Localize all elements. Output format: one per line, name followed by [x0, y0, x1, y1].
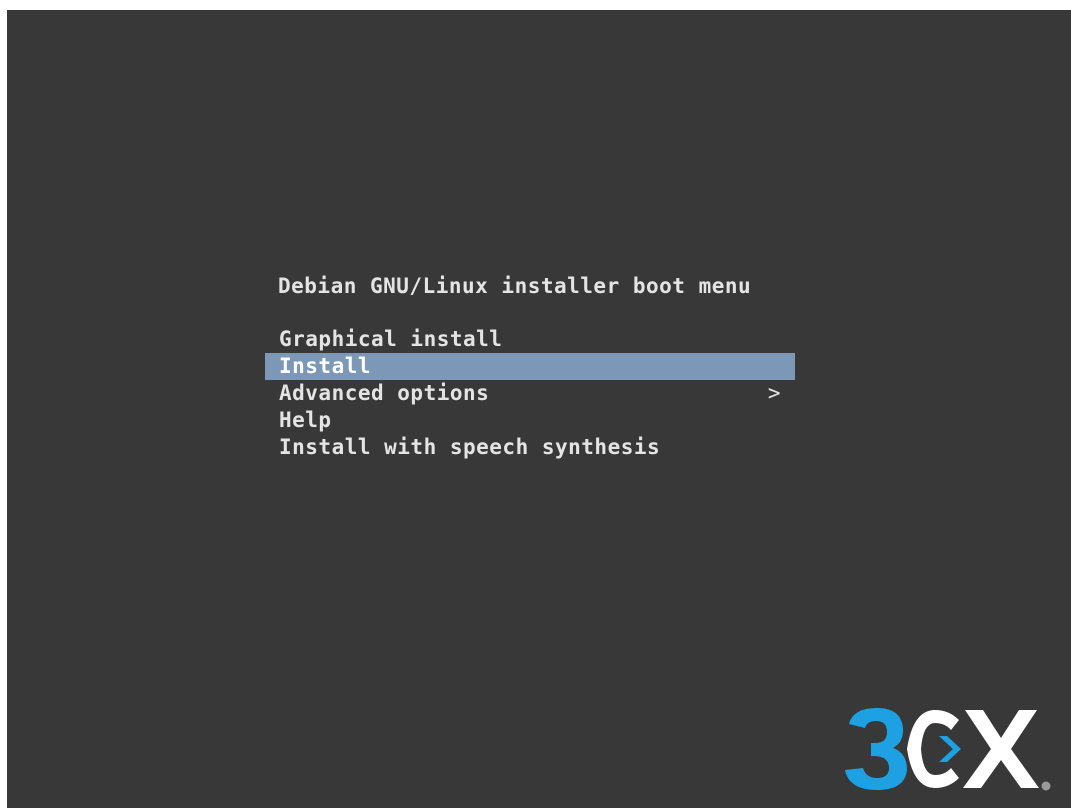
menu-item-label: Install	[279, 354, 372, 378]
logo-c	[907, 710, 959, 788]
menu-item-label: Help	[279, 408, 332, 432]
window-frame: Debian GNU/Linux installer boot menu Gra…	[0, 0, 1071, 808]
menu-item-help[interactable]: Help	[265, 407, 795, 434]
menu-item-label: Advanced options	[279, 381, 490, 405]
logo-three	[845, 708, 907, 790]
boot-menu-list: Graphical install Install Advanced optio…	[265, 326, 795, 461]
menu-item-advanced-options[interactable]: Advanced options >	[265, 380, 795, 407]
menu-item-speech-install[interactable]: Install with speech synthesis	[265, 434, 795, 461]
boot-menu: Debian GNU/Linux installer boot menu Gra…	[265, 272, 795, 461]
logo-x	[963, 710, 1039, 788]
menu-item-install[interactable]: Install	[265, 353, 795, 380]
logo-registered-dot	[1041, 781, 1051, 791]
menu-item-graphical-install[interactable]: Graphical install	[265, 326, 795, 353]
chevron-right-icon: >	[767, 381, 781, 405]
boot-menu-title: Debian GNU/Linux installer boot menu	[278, 274, 752, 298]
menu-item-label: Install with speech synthesis	[279, 435, 661, 459]
logo-arrow	[939, 736, 961, 762]
3cx-logo	[845, 708, 1051, 791]
boot-screen: Debian GNU/Linux installer boot menu Gra…	[7, 10, 1071, 808]
menu-item-label: Graphical install	[279, 327, 503, 351]
